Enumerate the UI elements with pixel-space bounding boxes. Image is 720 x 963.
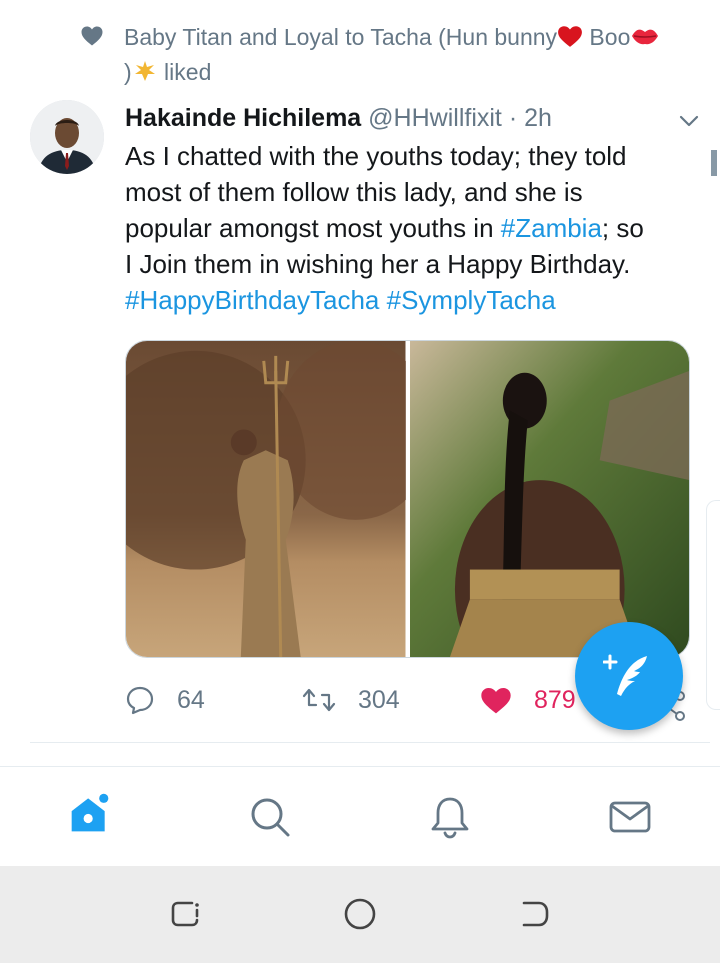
social-context-text: Baby Titan and Loyal to Tacha (Hun bunny… xyxy=(124,20,660,90)
retweet-button[interactable]: 304 xyxy=(302,685,400,715)
chevron-down-icon[interactable] xyxy=(678,110,700,132)
hashtag-symplytacha[interactable]: #SymplyTacha xyxy=(387,285,556,315)
tweet-timestamp[interactable]: 2h xyxy=(524,104,552,132)
media-photo-left[interactable] xyxy=(126,341,436,657)
avatar[interactable] xyxy=(30,100,104,174)
liker-boo: Boo xyxy=(583,24,631,50)
messages-envelope-icon[interactable] xyxy=(608,795,652,839)
social-context[interactable]: Baby Titan and Loyal to Tacha (Hun bunny… xyxy=(80,20,700,90)
trident-emblem-emoji-icon xyxy=(134,61,155,81)
tweet-text-line: I Join them in wishing her a Happy Birth… xyxy=(125,249,631,279)
heart-filled-icon xyxy=(481,688,511,714)
hashtag-zambia[interactable]: #Zambia xyxy=(501,213,602,243)
tweet-text-line: most of them follow this lady, and she i… xyxy=(125,177,583,207)
like-count: 879 xyxy=(534,685,576,714)
like-button[interactable]: 879 xyxy=(480,685,576,715)
tweet-text-fragment: popular amongst most youths in xyxy=(125,213,501,243)
bottom-tab-bar xyxy=(0,766,720,866)
tweet-text-fragment: ; so xyxy=(601,213,644,243)
tweet-divider xyxy=(30,742,710,743)
media-photo-right[interactable] xyxy=(405,341,689,657)
tweet-header: Hakainde Hichilema @HHwillfixit · 2h xyxy=(125,100,695,136)
photo-image xyxy=(409,341,689,657)
heart-icon xyxy=(81,26,103,46)
retweet-count: 304 xyxy=(358,685,400,714)
liked-label: liked xyxy=(157,59,212,85)
notifications-bell-icon[interactable] xyxy=(428,795,472,839)
tweet-text-line: popular amongst most youths in #Zambia; … xyxy=(125,210,695,246)
kiss-lips-emoji-icon xyxy=(632,29,659,45)
retweet-icon xyxy=(302,688,336,712)
red-heart-emoji-icon xyxy=(558,26,582,47)
tweet-text: As I chatted with the youths today; they… xyxy=(125,138,695,318)
tweet-media[interactable] xyxy=(125,340,690,658)
compose-tweet-icon xyxy=(603,654,647,696)
author-name[interactable]: Hakainde Hichilema xyxy=(125,104,361,132)
tweet-text-line: As I chatted with the youths today; they… xyxy=(125,141,627,171)
tweet-hashtag-line: #HappyBirthdayTacha #SymplyTacha xyxy=(125,282,695,318)
edge-panel-handle[interactable] xyxy=(706,500,720,710)
photo-image xyxy=(126,341,436,657)
author-handle[interactable]: @HHwillfixit xyxy=(368,104,502,132)
home-icon[interactable] xyxy=(68,791,112,835)
compose-tweet-button[interactable] xyxy=(575,622,683,730)
system-navigation-bar xyxy=(0,866,720,963)
home-circle-icon[interactable] xyxy=(342,896,378,932)
avatar-image xyxy=(30,100,104,174)
tweet-body: Hakainde Hichilema @HHwillfixit · 2h As … xyxy=(125,100,695,318)
hashtag-happybirthdaytacha[interactable]: #HappyBirthdayTacha xyxy=(125,285,379,315)
close-paren: ) xyxy=(124,59,132,85)
back-icon[interactable] xyxy=(517,896,553,932)
search-icon[interactable] xyxy=(248,795,292,839)
separator-dot: · xyxy=(508,104,518,132)
reply-count: 64 xyxy=(177,685,205,714)
reply-icon xyxy=(126,686,154,715)
reply-button[interactable]: 64 xyxy=(125,685,205,715)
recents-icon[interactable] xyxy=(168,896,204,932)
liker-names: Baby Titan and Loyal to Tacha (Hun bunny xyxy=(124,24,558,50)
scrollbar-thumb[interactable] xyxy=(711,150,717,176)
